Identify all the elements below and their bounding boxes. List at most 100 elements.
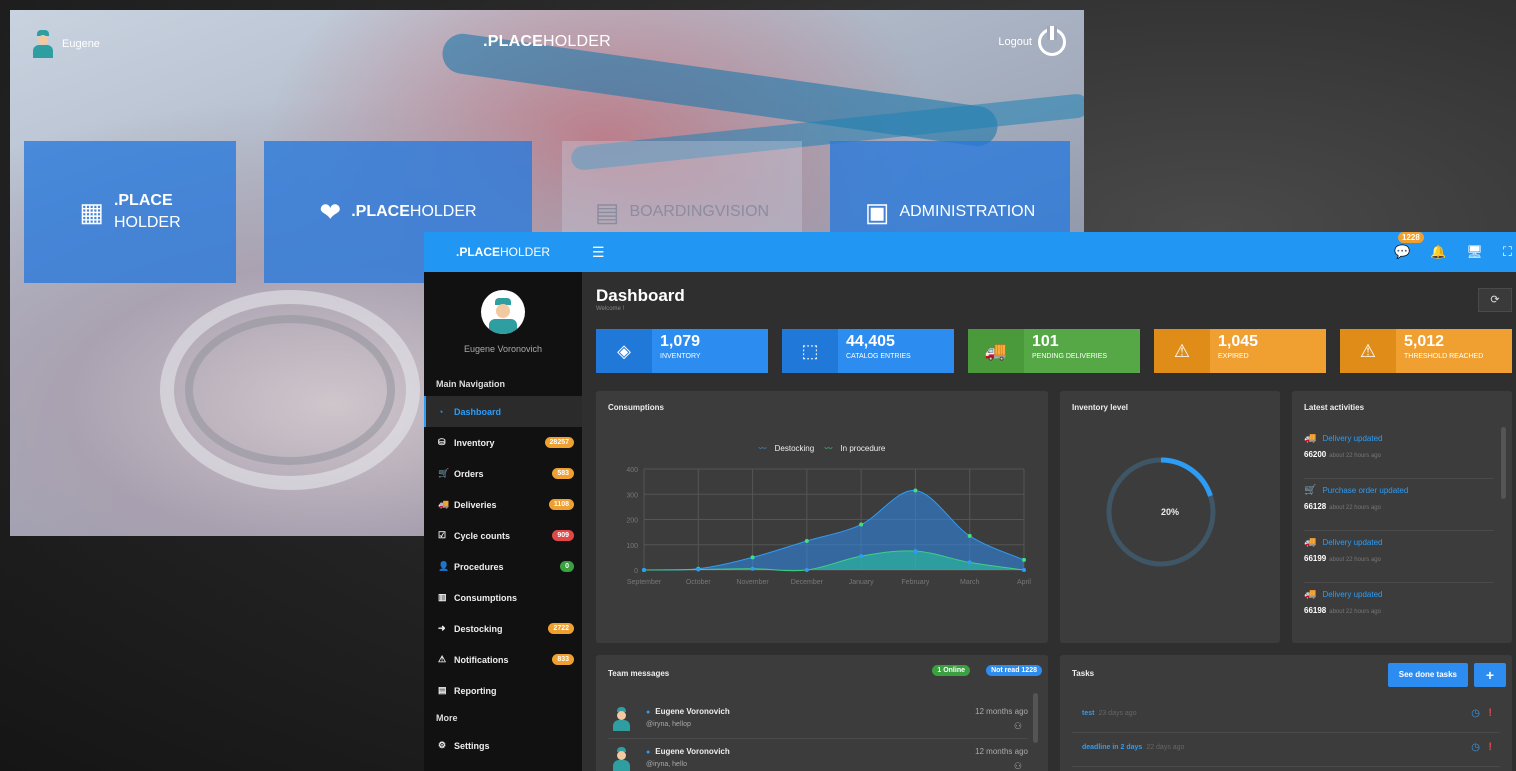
sidebar-item-badge: 2722 <box>548 623 574 634</box>
data-point <box>750 566 755 571</box>
activity-time: about 22 hours ago <box>1329 505 1381 511</box>
doctor-avatar-icon <box>612 707 630 731</box>
box-icon: ⬚ <box>782 329 838 373</box>
data-point <box>859 554 864 559</box>
stat-card-pending-deliveries[interactable]: 🚚 101 PENDING DELIVERIES <box>968 329 1140 373</box>
add-task-button[interactable]: + <box>1474 663 1506 687</box>
team-messages-panel: Team messages 1 Online Not read 1228 Eug… <box>596 655 1048 771</box>
brand-logo[interactable]: .PLACEHOLDER <box>424 245 582 259</box>
stat-value: 101 <box>1032 333 1059 350</box>
sidebar-item-inventory[interactable]: ⛁ Inventory 28257 <box>424 427 582 458</box>
message-text: @iryna, hellop <box>646 721 691 728</box>
notification-count-badge: 1228 <box>1398 232 1424 243</box>
inventory-gauge <box>1106 457 1216 567</box>
stat-value: 1,045 <box>1218 333 1259 350</box>
activity-action[interactable]: Delivery updated <box>1322 590 1382 599</box>
priority-icon[interactable]: ! <box>1488 707 1492 719</box>
message-item[interactable]: Eugene Voronovich @iryna, hello 12 months … <box>608 739 1028 771</box>
sidebar-item-consumptions[interactable]: ▥ Consumptions <box>424 582 582 613</box>
stat-label: CATALOG ENTRIES <box>846 353 911 360</box>
sidebar-item-procedures[interactable]: 👤 Procedures 0 <box>424 551 582 582</box>
page-title: Dashboard <box>596 286 685 305</box>
sidebar-item-deliveries[interactable]: 🚚 Deliveries 1108 <box>424 489 582 520</box>
sidebar-item-settings[interactable]: ⚙ Settings <box>424 730 582 761</box>
clock-icon[interactable]: ◷ <box>1471 708 1480 719</box>
bell-icon[interactable]: 🔔 <box>1430 244 1446 260</box>
sidebar-item-badge: 1108 <box>548 499 574 510</box>
activity-action[interactable]: Purchase order updated <box>1322 486 1408 495</box>
task-name[interactable]: deadline in 2 days <box>1082 744 1142 751</box>
x-tick-label: March <box>960 579 980 586</box>
x-tick-label: January <box>849 579 874 586</box>
task-item[interactable]: deadline in 2 days 22 days ago ◷! <box>1072 733 1500 767</box>
task-item[interactable]: test 23 days ago ◷! <box>1072 699 1500 733</box>
expand-icon[interactable]: ⛶ <box>1503 244 1512 260</box>
activity-item[interactable]: 🚚 Delivery updated 66200 about 22 hours ago <box>1304 427 1494 479</box>
nav-list: ◔ Dashboard ⛁ Inventory 28257 🛒 Orders 583 🚚 Deli… <box>424 396 582 706</box>
warehouse-icon: ▦ <box>79 196 104 227</box>
messages-list: Eugene Voronovich @iryna, hellop 12 months… <box>596 699 1048 771</box>
task-age: 22 days ago <box>1146 744 1185 751</box>
logout-button[interactable]: Logout <box>998 26 1066 56</box>
y-tick-label: 300 <box>626 492 638 499</box>
users-icon[interactable]: ⚇ <box>1014 761 1022 771</box>
data-point <box>913 549 918 554</box>
truck-icon: 🚚 <box>438 499 450 509</box>
top-navbar: .PLACEHOLDER ☰ 💬 1228 🔔 🖥 ⛶ <box>424 232 1516 272</box>
activity-action[interactable]: Delivery updated <box>1322 434 1382 443</box>
doctor-avatar-icon <box>612 747 630 771</box>
refresh-button[interactable]: ⟳ <box>1478 288 1512 312</box>
sidebar-item-dashboard[interactable]: ◔ Dashboard <box>424 396 582 427</box>
stat-card-threshold-reached[interactable]: ⚠ 5,012 THRESHOLD REACHED <box>1340 329 1512 373</box>
activity-ref: 66200 <box>1304 450 1327 459</box>
y-tick-label: 0 <box>634 568 638 575</box>
x-tick-label: April <box>1017 579 1031 586</box>
message-item[interactable]: Eugene Voronovich @iryna, hellop 12 months… <box>608 699 1028 739</box>
sidebar-item-label: Reporting <box>454 685 497 696</box>
messages-scrollbar[interactable] <box>1033 693 1038 743</box>
x-tick-label: December <box>791 579 824 586</box>
tasks-title: Tasks <box>1072 669 1095 678</box>
hamburger-menu-icon[interactable]: ☰ <box>592 244 605 261</box>
tile-placeholder-warehouse[interactable]: ▦ .PLACE HOLDER <box>24 141 236 283</box>
warning-icon: ⚠ <box>1154 329 1210 373</box>
gauge-fill <box>1160 457 1213 497</box>
data-point <box>696 567 701 572</box>
users-icon[interactable]: ⚇ <box>1014 721 1022 732</box>
activity-item[interactable]: 🛒 Purchase order updated 66128 about 22 hou… <box>1304 479 1494 531</box>
gear-icon: ⚙ <box>438 740 447 750</box>
message-time: 12 months ago <box>975 747 1028 756</box>
unread-badge: Not read 1228 <box>986 665 1042 676</box>
activity-item[interactable]: 🚚 Delivery updated 66199 about 22 hours ago <box>1304 531 1494 583</box>
stat-card-inventory[interactable]: ◈ 1,079 INVENTORY <box>596 329 768 373</box>
tasks-panel: Tasks See done tasks + test 23 days ago ◷!… <box>1060 655 1512 771</box>
sidebar-item-destocking[interactable]: ➜ Destocking 2722 <box>424 613 582 644</box>
activity-item[interactable]: 🚚 Delivery updated 66198 about 22 hours ago <box>1304 583 1494 625</box>
main-content: Dashboard Welcome ! ⟳ ◈ 1,079 INVENTORY ⬚ 44… <box>582 272 1516 771</box>
see-done-tasks-button[interactable]: See done tasks <box>1387 663 1468 687</box>
data-point <box>967 560 972 565</box>
stat-card-expired[interactable]: ⚠ 1,045 EXPIRED <box>1154 329 1326 373</box>
chat-icon[interactable]: 💬 1228 <box>1394 232 1424 260</box>
monitor-icon[interactable]: 🖥 <box>1466 244 1483 260</box>
priority-icon[interactable]: ! <box>1488 741 1492 753</box>
activities-panel: Latest activities 🚚 Delivery updated 66200… <box>1292 391 1512 643</box>
consumptions-panel: Consumptions 〰 Destocking 〰 In procedure 4… <box>596 391 1048 643</box>
activity-action[interactable]: Delivery updated <box>1322 538 1382 547</box>
profile-avatar[interactable] <box>481 290 525 334</box>
sidebar-item-cycle-counts[interactable]: ☑ Cycle counts 909 <box>424 520 582 551</box>
sidebar-item-notifications[interactable]: ⚠ Notifications 833 <box>424 644 582 675</box>
sidebar-item-orders[interactable]: 🛒 Orders 583 <box>424 458 582 489</box>
sidebar: Eugene Voronovich Main Navigation ◔ Dashb… <box>424 272 582 771</box>
launcher-title: .PLACEHOLDER <box>483 33 611 50</box>
dashboard-icon: ◔ <box>438 406 444 417</box>
stat-label: PENDING DELIVERIES <box>1032 353 1108 360</box>
stat-card-catalog-entries[interactable]: ⬚ 44,405 CATALOG ENTRIES <box>782 329 954 373</box>
task-name[interactable]: test <box>1082 710 1094 717</box>
sidebar-item-label: Dashboard <box>454 406 502 417</box>
clock-icon[interactable]: ◷ <box>1471 742 1480 753</box>
data-point <box>967 533 972 538</box>
activities-scrollbar[interactable] <box>1501 427 1506 499</box>
sidebar-item-reporting[interactable]: ▤ Reporting <box>424 675 582 706</box>
data-point <box>804 538 809 543</box>
